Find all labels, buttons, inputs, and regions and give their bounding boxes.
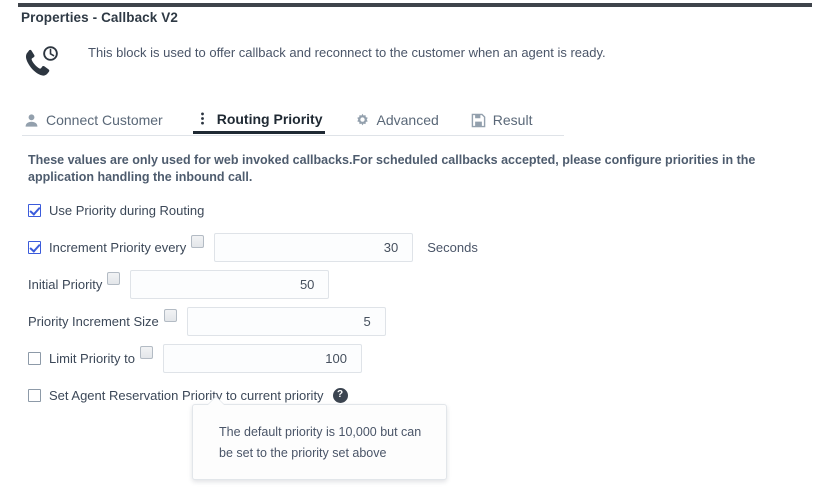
gear-icon [355,113,370,128]
row-initial-priority: Initial Priority [28,269,798,299]
row-use-priority: Use Priority during Routing [28,198,798,222]
use-priority-checkbox[interactable] [28,203,41,217]
tab-label: Result [492,112,533,128]
tab-bar: Connect Customer Routing Priority Advanc… [22,106,564,136]
increment-priority-label: Increment Priority every [49,239,187,255]
person-icon [24,113,39,128]
initial-priority-label: Initial Priority [28,276,103,292]
row-increment-size: Priority Increment Size [28,306,798,336]
limit-priority-input[interactable] [162,343,362,373]
row-increment-every: Increment Priority every Seconds [28,232,798,262]
tab-advanced[interactable]: Advanced [353,106,441,134]
tooltip-text: The default priority is 10,000 but can b… [219,425,422,460]
priority-increment-size-input[interactable] [186,306,386,336]
increment-priority-variable-toggle[interactable] [191,235,205,248]
tab-connect-customer[interactable]: Connect Customer [22,106,165,134]
notice-text: These values are only used for web invok… [28,153,756,184]
increment-priority-unit-label: Seconds [427,239,478,255]
tab-label: Routing Priority [216,110,323,127]
agent-reservation-priority-checkbox[interactable] [28,388,41,402]
callback-phone-clock-icon [20,43,62,81]
tooltip-arrow-fill [208,397,224,405]
agent-reservation-priority-label: Set Agent Reservation Priority to curren… [49,387,324,403]
page-title: Properties - Callback V2 [21,10,178,25]
initial-priority-variable-toggle[interactable] [107,272,121,285]
tab-routing-priority[interactable]: Routing Priority [192,106,325,134]
block-description: This block is used to offer callback and… [88,45,606,60]
priority-increment-size-variable-toggle[interactable] [163,309,177,322]
limit-priority-variable-toggle[interactable] [139,346,153,359]
tab-result[interactable]: Result [469,106,535,134]
initial-priority-input[interactable] [130,269,330,299]
limit-priority-checkbox[interactable] [28,351,41,365]
dots-vertical-icon [195,111,210,126]
tab-label: Connect Customer [46,112,163,128]
increment-priority-seconds-input[interactable] [214,232,414,262]
priority-increment-size-label: Priority Increment Size [28,313,159,329]
row-limit-priority: Limit Priority to [28,343,798,373]
limit-priority-label: Limit Priority to [49,350,135,366]
save-disk-icon [471,113,486,128]
use-priority-label: Use Priority during Routing [49,202,205,218]
routing-priority-form: Use Priority during Routing Increment Pr… [28,198,798,420]
help-tooltip: The default priority is 10,000 but can b… [192,396,447,480]
tab-label: Advanced [376,112,439,128]
block-intro: This block is used to offer callback and… [18,38,800,82]
top-divider-rule [18,3,812,7]
increment-priority-checkbox[interactable] [28,240,41,254]
question-mark-icon[interactable]: ? [332,387,348,403]
